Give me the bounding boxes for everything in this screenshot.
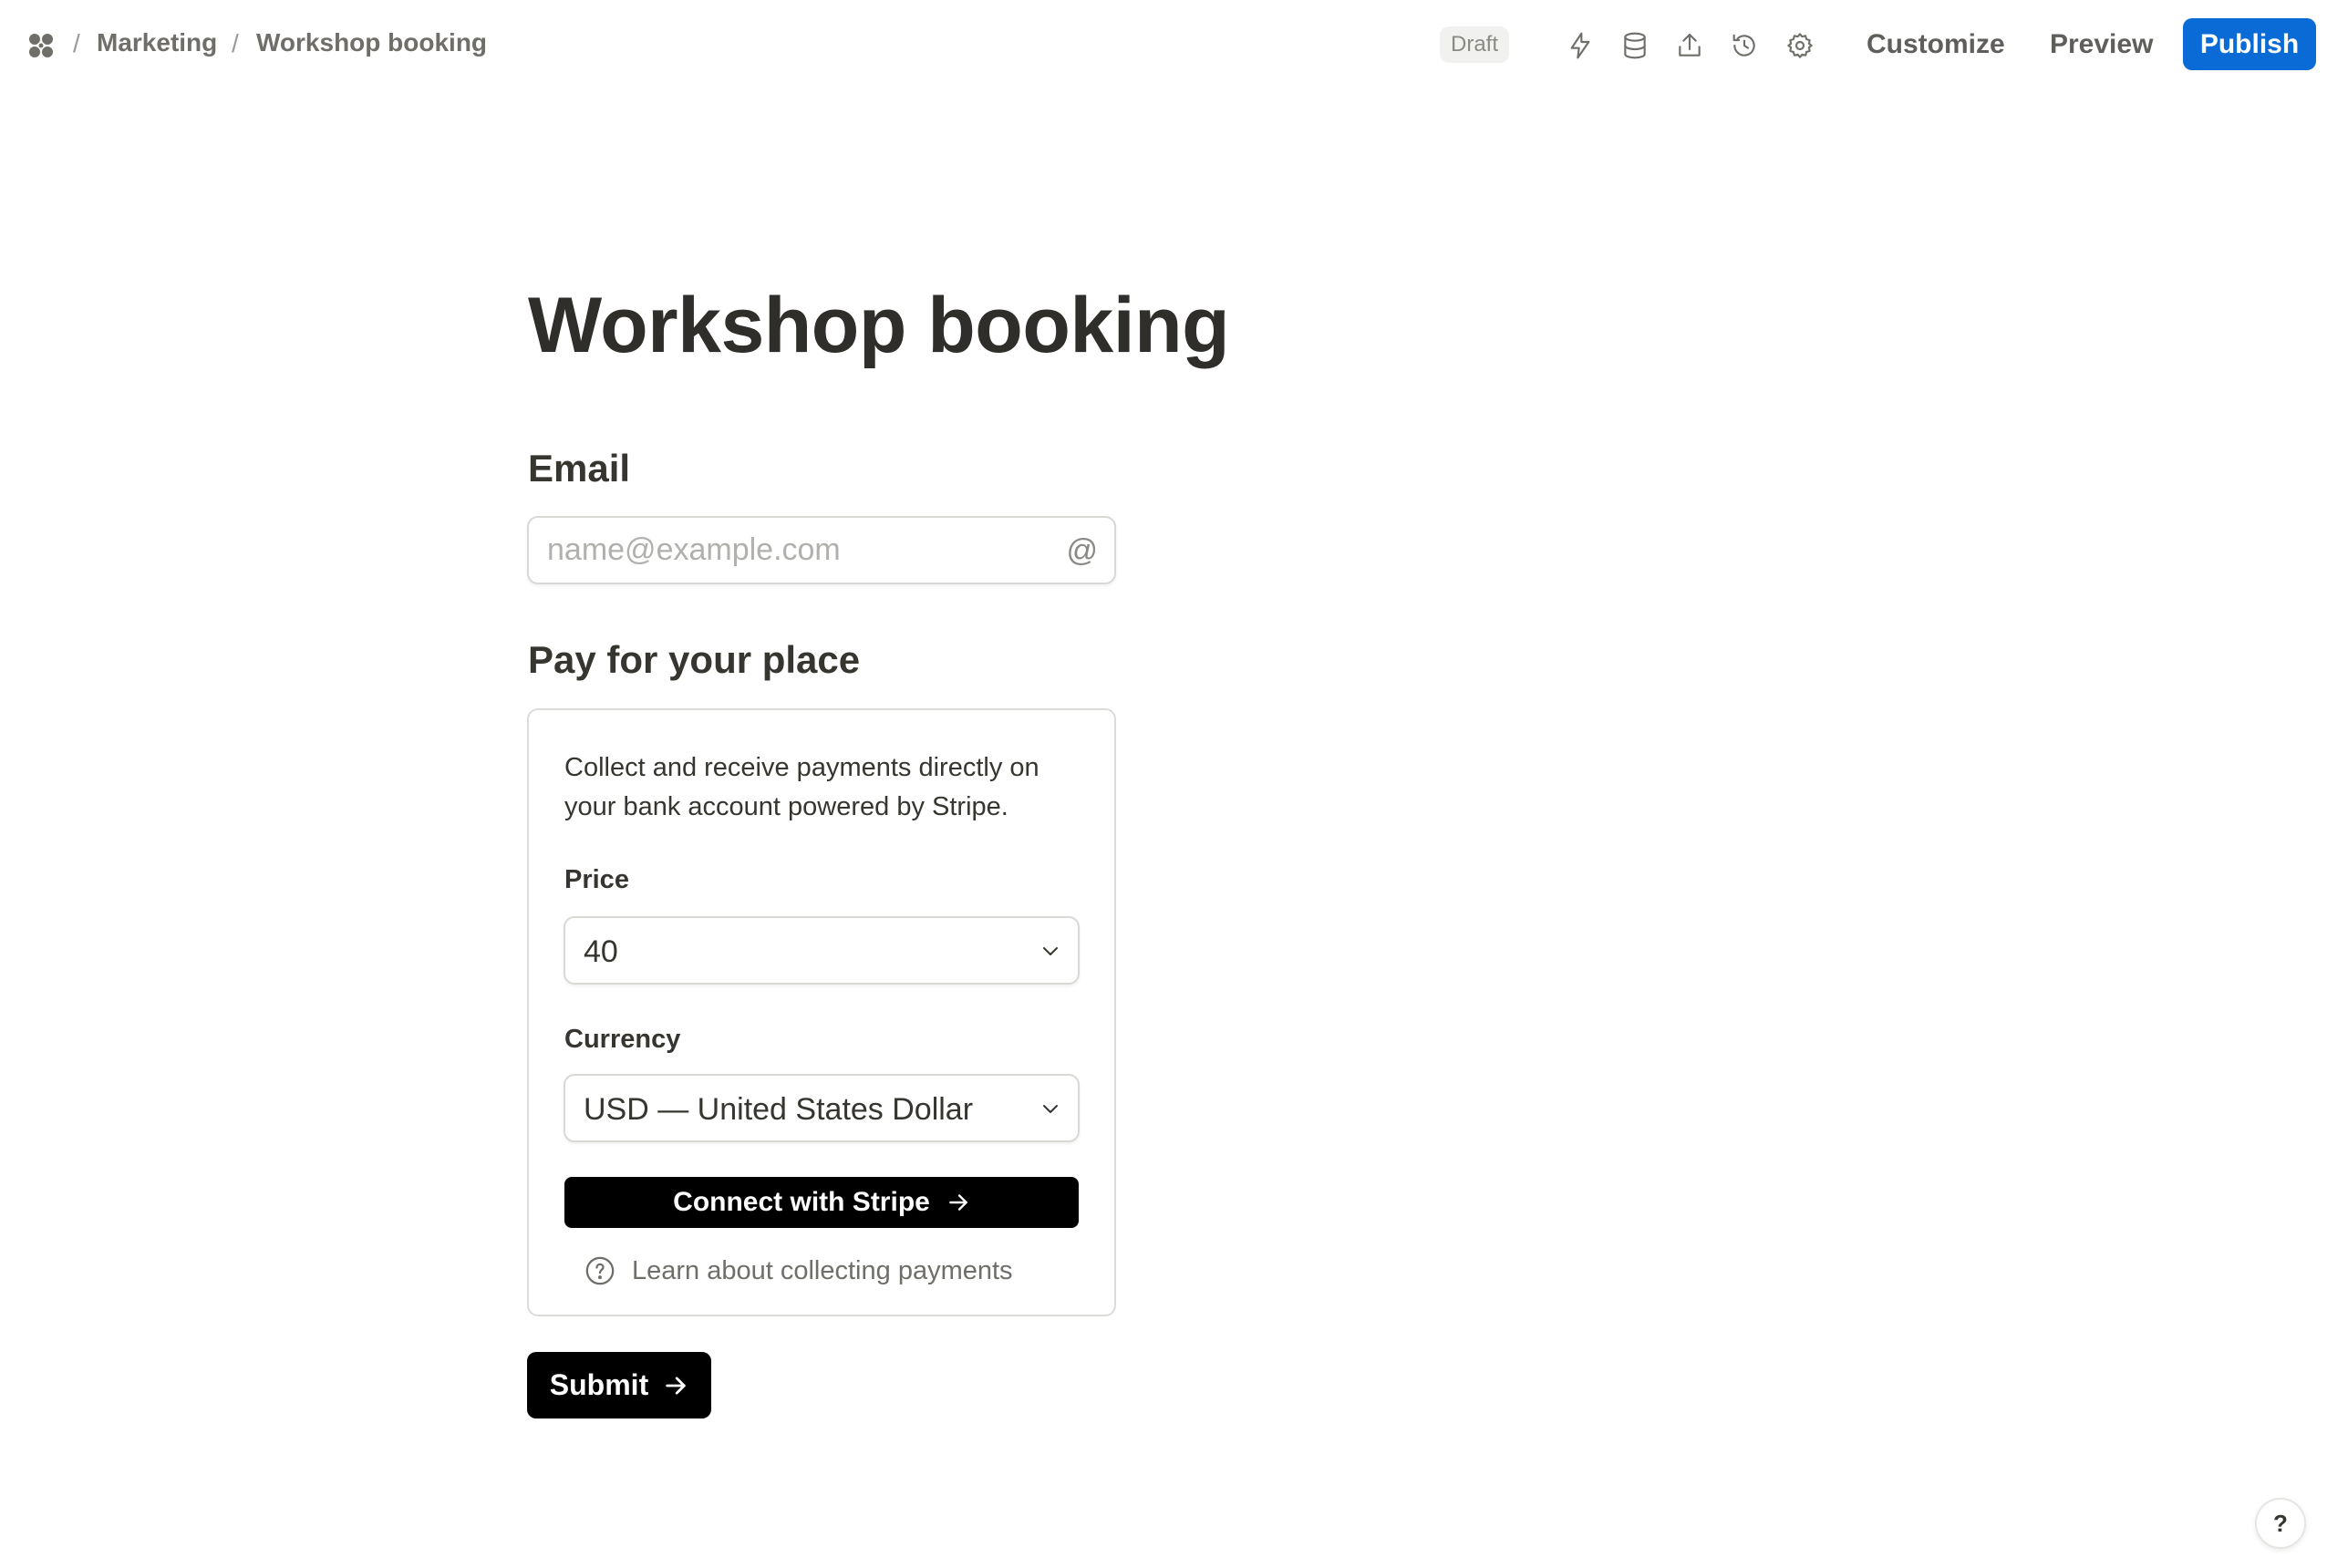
preview-button[interactable]: Preview (2050, 29, 2153, 60)
chevron-down-icon (1043, 947, 1058, 955)
price-select[interactable]: 40 (564, 916, 1080, 985)
at-icon: @ (1066, 533, 1098, 568)
email-field[interactable]: @ (527, 516, 1116, 584)
payment-label: Pay for your place (528, 638, 861, 681)
payment-description: Collect and receive payments directly on… (564, 753, 1039, 821)
help-button[interactable]: ? (2255, 1498, 2306, 1549)
price-value: 40 (584, 934, 618, 969)
top-bar: / Marketing / Workshop booking Draft Cus… (0, 0, 2327, 91)
lightning-icon[interactable] (1562, 27, 1598, 64)
history-icon[interactable] (1726, 27, 1763, 64)
currency-value: USD — United States Dollar (584, 1092, 974, 1127)
currency-label: Currency (564, 1025, 681, 1054)
connect-stripe-label: Connect with Stripe (673, 1187, 930, 1217)
share-icon[interactable] (1671, 27, 1708, 64)
submit-label: Submit (549, 1368, 649, 1401)
settings-icon[interactable] (1782, 27, 1818, 64)
breadcrumb-item-current[interactable]: Workshop booking (256, 28, 487, 57)
publish-button[interactable]: Publish (2183, 18, 2316, 70)
currency-select[interactable]: USD — United States Dollar (564, 1074, 1080, 1142)
connect-stripe-button[interactable]: Connect with Stripe (564, 1177, 1079, 1228)
breadcrumb-separator: / (73, 29, 80, 57)
workspace-logo-icon[interactable] (26, 30, 57, 61)
email-label: Email (528, 447, 631, 490)
status-badge: Draft (1440, 26, 1510, 63)
customize-button[interactable]: Customize (1867, 29, 2005, 60)
learn-payments-link[interactable]: Learn about collecting payments (584, 1255, 1013, 1286)
breadcrumb-item-marketing[interactable]: Marketing (97, 28, 217, 57)
arrow-right-icon (666, 1376, 686, 1395)
price-label: Price (564, 865, 629, 894)
page-title: Workshop booking (528, 282, 1230, 369)
breadcrumb-separator: / (232, 29, 239, 57)
learn-payments-label: Learn about collecting payments (632, 1255, 1013, 1285)
chevron-down-icon (1043, 1105, 1058, 1113)
arrow-right-icon (948, 1194, 967, 1211)
database-icon[interactable] (1617, 27, 1653, 64)
email-input[interactable] (529, 518, 1039, 583)
submit-button[interactable]: Submit (527, 1352, 711, 1418)
payment-block: Collect and receive payments directly on… (527, 708, 1116, 1316)
help-circle-icon (585, 1256, 615, 1285)
